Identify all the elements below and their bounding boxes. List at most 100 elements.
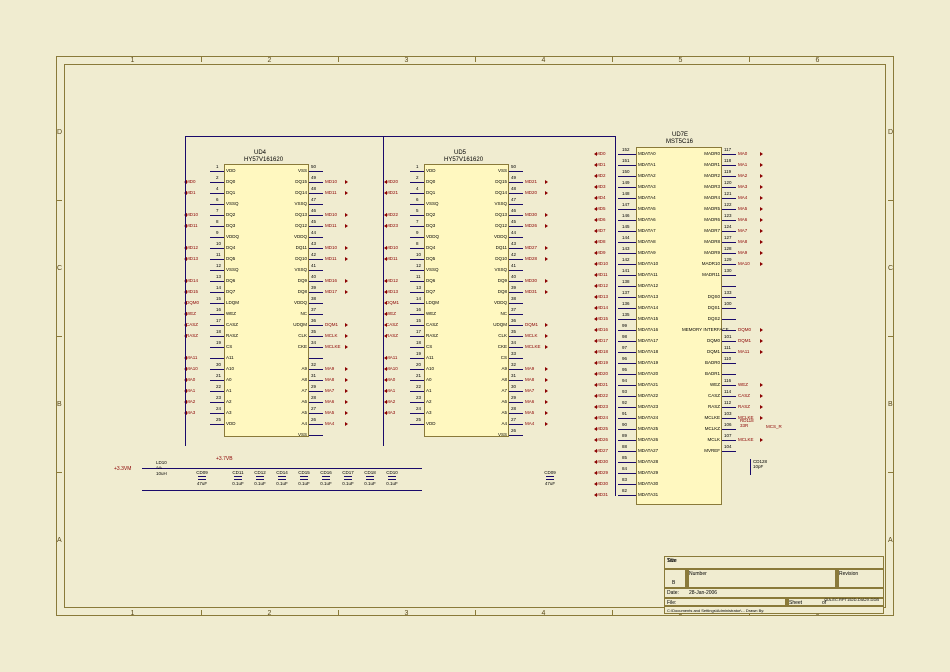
net-arrow	[345, 389, 348, 393]
net-label: CASZ	[386, 322, 398, 327]
pin-name: MADR11	[682, 272, 720, 277]
pin-num: 5	[416, 208, 419, 213]
net-label: MD10	[325, 212, 337, 217]
pin-num: 135	[622, 312, 630, 317]
net-arrow	[594, 460, 597, 464]
pin-num: 17	[216, 318, 221, 323]
pin-stub	[410, 391, 424, 392]
pin-name: MDATA21	[638, 382, 658, 387]
pin-stub	[210, 270, 224, 271]
net-arrow	[760, 207, 763, 211]
pin-name: MDATA12	[638, 283, 658, 288]
pin-name: DQ5	[426, 256, 435, 261]
pin-stub	[509, 402, 523, 403]
pin-num: 14	[416, 296, 421, 301]
pin-num: 151	[622, 158, 630, 163]
pin-name: DQ14	[481, 190, 507, 195]
pin-stub	[309, 413, 323, 414]
pin-name: DQ13	[481, 212, 507, 217]
net-label: MA8	[525, 377, 534, 382]
pin-name: VDDQ	[281, 300, 307, 305]
net-arrow	[545, 367, 548, 371]
pin-num: 41	[311, 263, 316, 268]
net-arrow	[594, 438, 597, 442]
tb-date-lbl: Date:	[665, 589, 681, 597]
zone-row: B	[57, 401, 62, 408]
cap-CD09: CD09 47uF	[192, 470, 212, 486]
pin-stub	[410, 259, 424, 260]
pin-name: VSSQ	[481, 267, 507, 272]
pin-name: DQ1	[426, 190, 435, 195]
net-label: MD21	[596, 382, 608, 387]
net-label: MA1	[738, 162, 747, 167]
cap-CD09-b: CD09 47uF	[540, 470, 560, 486]
pin-name: DQ10	[481, 256, 507, 261]
pin-num: 25	[216, 417, 221, 422]
net-label: MD11	[325, 256, 337, 261]
pin-num: 138	[622, 279, 630, 284]
pin-num: 11	[416, 274, 421, 279]
cap-val: 0.1uF	[360, 481, 380, 486]
pin-stub	[309, 402, 323, 403]
pin-stub	[618, 495, 636, 496]
cap-val: 0.1uF	[316, 481, 336, 486]
pin-num: 1	[416, 164, 419, 169]
cap-ref: CD16	[316, 470, 336, 475]
net-label: MA7	[738, 228, 747, 233]
pin-name: DQ12	[481, 223, 507, 228]
bus-wire	[615, 136, 616, 496]
pin-name: MDATA29	[638, 470, 658, 475]
pin-stub	[722, 440, 736, 441]
net-label: MA6	[738, 217, 747, 222]
net-arrow	[384, 290, 387, 294]
pin-num: 88	[622, 444, 627, 449]
pin-num: 31	[311, 373, 316, 378]
net-label: MD17	[325, 289, 337, 294]
pin-num: 29	[511, 395, 516, 400]
pin-num: 93	[622, 389, 627, 394]
pin-name: DQM0	[682, 338, 720, 343]
net-label: RASZ	[738, 404, 750, 409]
pin-stub	[309, 226, 323, 227]
pin-num: 119	[724, 169, 731, 174]
net-arrow	[594, 427, 597, 431]
pin-num: 35	[511, 329, 516, 334]
pin-stub	[509, 336, 523, 337]
pin-stub	[722, 330, 736, 331]
pin-stub	[618, 319, 636, 320]
pin-name: BADR1	[682, 371, 720, 376]
pin-name: MADR8	[682, 239, 720, 244]
net-label: MD10	[186, 212, 198, 217]
net-label: MD22	[386, 212, 398, 217]
pin-stub	[210, 391, 224, 392]
pin-name: MADR10	[682, 261, 720, 266]
net-arrow	[594, 306, 597, 310]
net-arrow	[760, 196, 763, 200]
net-label: MD0	[596, 151, 606, 156]
pin-name: CS	[426, 344, 432, 349]
pin-stub	[618, 418, 636, 419]
net-label: MD30	[596, 481, 608, 486]
net-label: MA11	[738, 349, 749, 354]
net-label: MA6	[325, 399, 334, 404]
pin-stub	[210, 248, 224, 249]
pin-num: 39	[311, 285, 316, 290]
net-arrow	[760, 251, 763, 255]
pin-stub	[410, 358, 424, 359]
pin-stub	[410, 193, 424, 194]
pin-stub	[722, 308, 736, 309]
pin-stub	[509, 215, 523, 216]
pin-num: 21	[416, 373, 421, 378]
net-arrow	[345, 246, 348, 250]
zone-tick	[56, 336, 62, 337]
net-arrow	[384, 378, 387, 382]
net-label: MA5	[325, 410, 334, 415]
pin-name: DQ9	[281, 278, 307, 283]
net-label: MD27	[525, 245, 537, 250]
pin-stub	[309, 303, 323, 304]
pin-stub	[722, 187, 736, 188]
net-label: MA6	[525, 399, 534, 404]
pin-name: DQS0	[682, 294, 720, 299]
pin-num: 10	[416, 252, 421, 257]
pin-stub	[509, 270, 523, 271]
